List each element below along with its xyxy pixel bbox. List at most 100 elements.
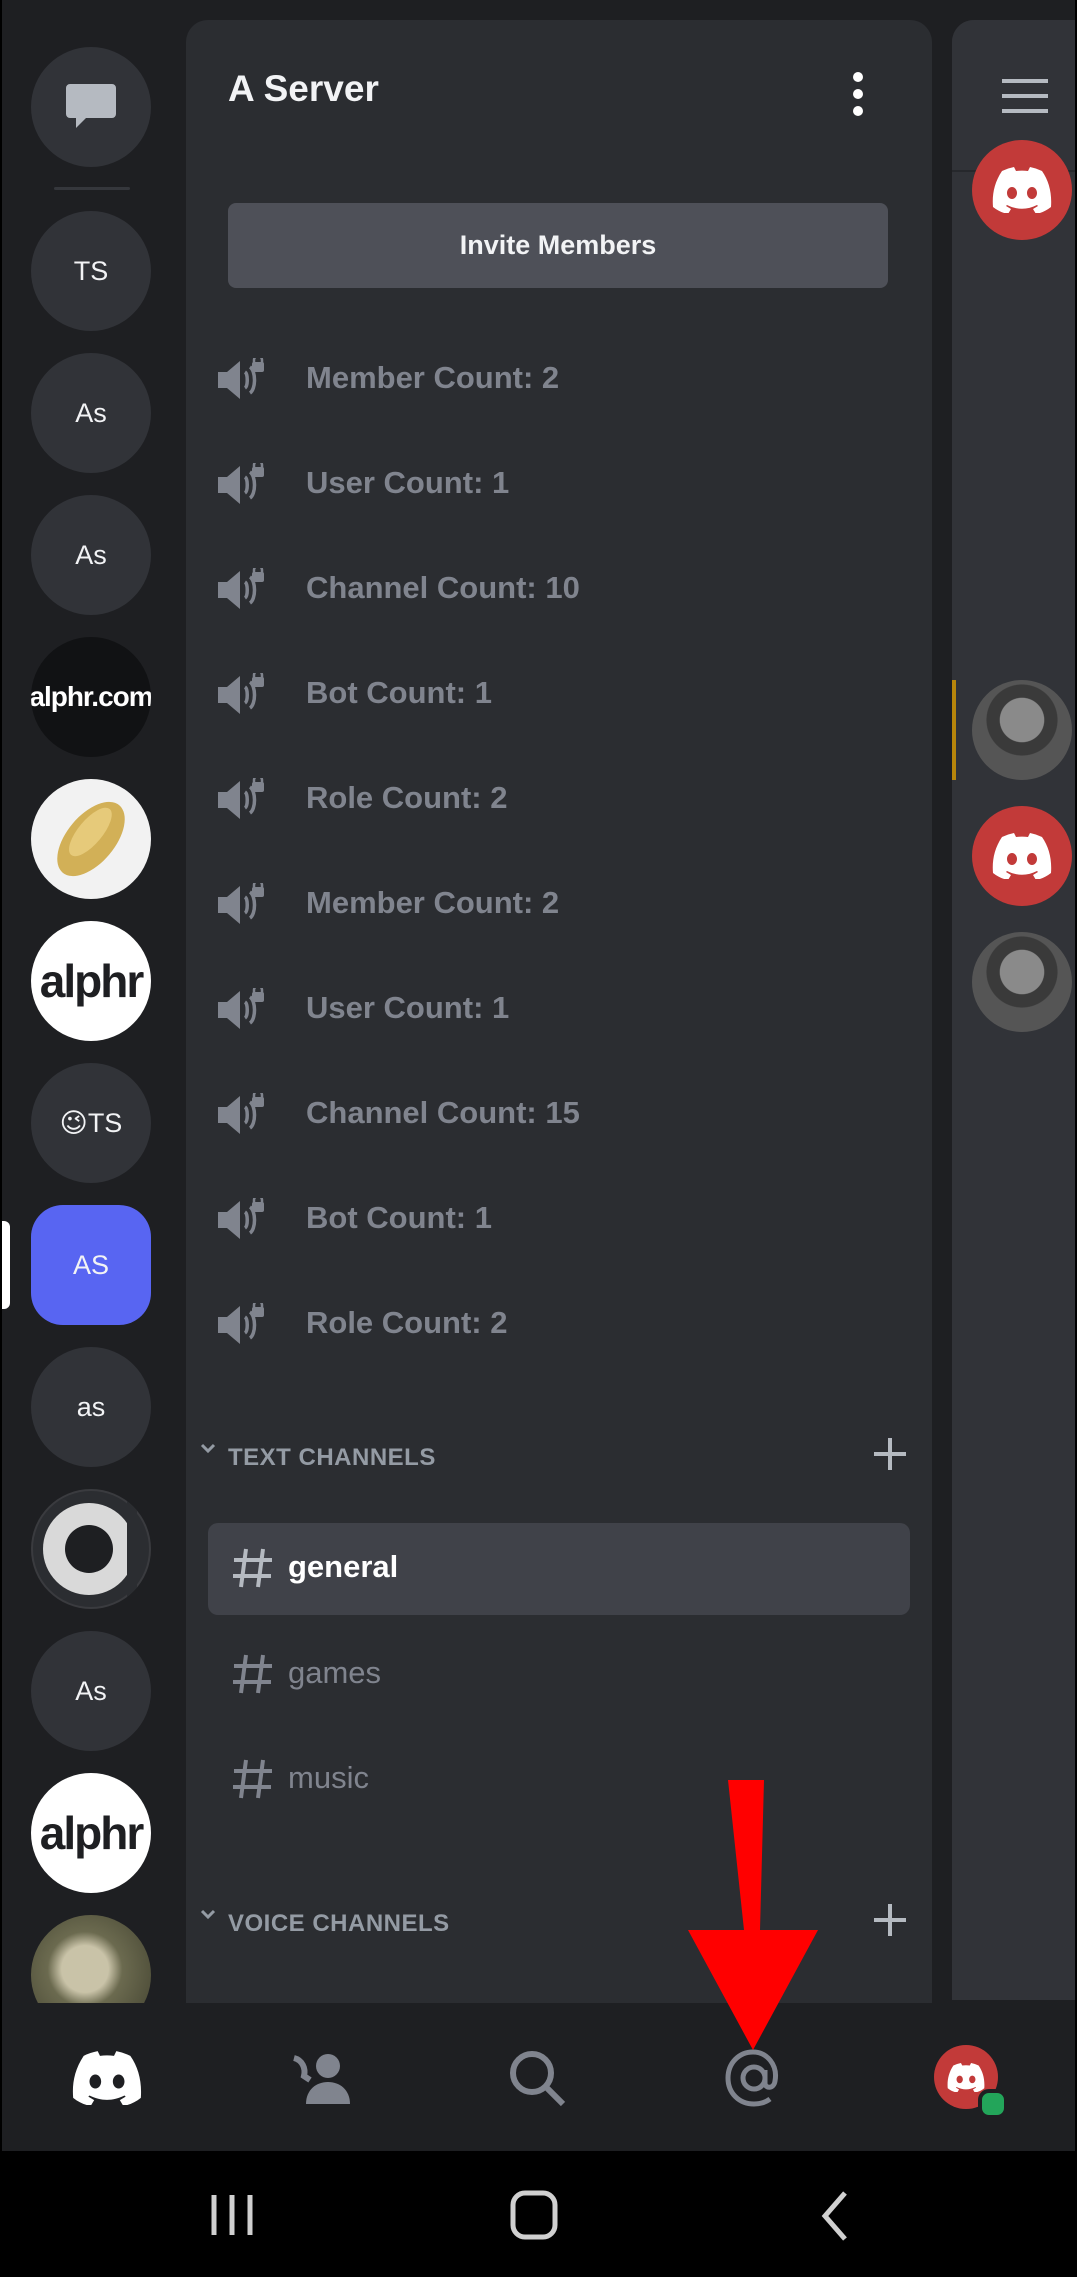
- server-icon-as-3[interactable]: As: [31, 1631, 151, 1751]
- channel-label: Role Count: 2: [306, 1305, 508, 1340]
- server-icon-ring[interactable]: [31, 1489, 151, 1609]
- alphr-com-logo: alphr.com: [31, 681, 151, 712]
- locked-speaker-icon: [218, 778, 264, 819]
- voice-channel-item[interactable]: User Count: 1: [206, 968, 906, 1048]
- channel-label: Member Count: 2: [306, 360, 560, 395]
- server-icon-alphr-2[interactable]: alphr: [31, 1773, 151, 1893]
- system-navigation-bar: [2, 2151, 1075, 2277]
- voice-channel-item[interactable]: Bot Count: 1: [206, 653, 906, 733]
- voice-channel-item[interactable]: Role Count: 2: [206, 1283, 906, 1363]
- member-avatar-discord[interactable]: [972, 140, 1072, 240]
- annotation-arrow-icon: [688, 1780, 818, 2050]
- hash-icon: [233, 1759, 272, 1799]
- channel-games[interactable]: games: [208, 1629, 910, 1721]
- hash-icon: [233, 1548, 272, 1588]
- search-icon: [510, 2051, 566, 2107]
- hamburger-icon[interactable]: [1000, 78, 1050, 114]
- channel-label: Channel Count: 15: [306, 1095, 580, 1130]
- voice-channel-item[interactable]: Channel Count: 15: [206, 1073, 906, 1153]
- nav-search[interactable]: [492, 2033, 582, 2123]
- add-voice-channel-icon[interactable]: [870, 1900, 910, 1940]
- recent-apps-icon: [211, 2195, 253, 2235]
- voice-channel-item[interactable]: Role Count: 2: [206, 758, 906, 838]
- locked-speaker-icon: [218, 883, 264, 924]
- voice-channel-item[interactable]: Bot Count: 1: [206, 1178, 906, 1258]
- locked-speaker-icon: [218, 463, 264, 504]
- chevron-down-icon: [200, 1909, 216, 1920]
- alphr-logo: alphr: [39, 955, 144, 1007]
- chevron-down-icon: [200, 1443, 216, 1454]
- unread-indicator: [952, 680, 956, 780]
- server-title[interactable]: A Server: [228, 68, 379, 110]
- chat-bubble-icon: [66, 84, 116, 128]
- rail-separator: [54, 187, 130, 190]
- back-button[interactable]: [797, 2181, 877, 2251]
- member-avatar-photo[interactable]: [972, 680, 1072, 780]
- voice-channel-item[interactable]: Member Count: 2: [206, 338, 906, 418]
- invite-members-button[interactable]: Invite Members: [228, 203, 888, 288]
- server-rail: TS As As alphr.com alphr 😉TS AS as As al…: [2, 0, 186, 2035]
- recent-apps-button[interactable]: [192, 2181, 272, 2251]
- direct-messages-button[interactable]: [31, 47, 151, 167]
- channel-label: Member Count: 2: [306, 885, 560, 920]
- channel-label: games: [288, 1655, 382, 1690]
- channel-label: Bot Count: 1: [306, 675, 492, 710]
- back-chevron-icon: [821, 2191, 847, 2241]
- friends-icon: [292, 2054, 350, 2104]
- channel-label: Bot Count: 1: [306, 1200, 492, 1235]
- voice-channel-item[interactable]: Member Count: 2: [206, 863, 906, 943]
- server-icon-as-selected[interactable]: AS: [31, 1205, 151, 1325]
- nav-friends[interactable]: [278, 2033, 368, 2123]
- hash-icon: [233, 1654, 272, 1694]
- at-sign-icon: [725, 2049, 778, 2107]
- chat-area-peek: [952, 20, 1075, 2000]
- discord-logo-icon: [992, 833, 1052, 879]
- locked-speaker-icon: [218, 358, 264, 399]
- channel-label: Channel Count: 10: [306, 570, 580, 605]
- nav-home[interactable]: [62, 2033, 152, 2123]
- nav-profile[interactable]: [922, 2033, 1012, 2123]
- discord-logo-icon: [992, 167, 1052, 213]
- channel-label: User Count: 1: [306, 465, 510, 500]
- discord-app: TS As As alphr.com alphr 😉TS AS as As al…: [2, 0, 1075, 2277]
- locked-speaker-icon: [218, 1093, 264, 1134]
- channel-panel: A Server Invite Members Member Count: 2 U…: [186, 20, 932, 2020]
- server-icon-bread[interactable]: [31, 779, 151, 899]
- channel-label: Role Count: 2: [306, 780, 508, 815]
- voice-channel-item[interactable]: Channel Count: 10: [206, 548, 906, 628]
- server-icon-as-lower[interactable]: as: [31, 1347, 151, 1467]
- locked-speaker-icon: [218, 673, 264, 714]
- member-avatar-discord[interactable]: [972, 806, 1072, 906]
- channel-label: general: [288, 1549, 399, 1584]
- online-status-dot: [978, 2089, 1008, 2119]
- server-icon-as-2[interactable]: As: [31, 495, 151, 615]
- channel-general[interactable]: general: [208, 1523, 910, 1615]
- server-icon-ts[interactable]: TS: [31, 211, 151, 331]
- locked-speaker-icon: [218, 1303, 264, 1344]
- category-label: VOICE CHANNELS: [228, 1910, 450, 1937]
- discord-logo-icon: [72, 2051, 142, 2106]
- voice-channel-item[interactable]: User Count: 1: [206, 443, 906, 523]
- server-icon-wink-ts[interactable]: 😉TS: [31, 1063, 151, 1183]
- locked-speaker-icon: [218, 988, 264, 1029]
- bottom-navigation: [2, 2003, 1075, 2151]
- bread-icon: [57, 801, 125, 877]
- category-label: TEXT CHANNELS: [228, 1444, 436, 1471]
- server-icon-alphr-com[interactable]: alphr.com: [31, 637, 151, 757]
- text-channels-category[interactable]: TEXT CHANNELS: [198, 1428, 918, 1488]
- locked-speaker-icon: [218, 1198, 264, 1239]
- add-text-channel-icon[interactable]: [870, 1434, 910, 1474]
- discord-logo-icon: [947, 2062, 985, 2092]
- server-icon-as-1[interactable]: As: [31, 353, 151, 473]
- alphr-logo: alphr: [39, 1807, 144, 1859]
- server-options-icon[interactable]: [846, 70, 870, 118]
- home-square-icon: [510, 2190, 558, 2240]
- server-icon-alphr[interactable]: alphr: [31, 921, 151, 1041]
- channel-label: music: [288, 1760, 369, 1795]
- ring-logo-icon: [33, 1491, 149, 1607]
- home-button[interactable]: [495, 2181, 575, 2251]
- member-avatar-photo[interactable]: [972, 932, 1072, 1032]
- selected-server-indicator: [2, 1221, 10, 1309]
- channel-label: User Count: 1: [306, 990, 510, 1025]
- locked-speaker-icon: [218, 568, 264, 609]
